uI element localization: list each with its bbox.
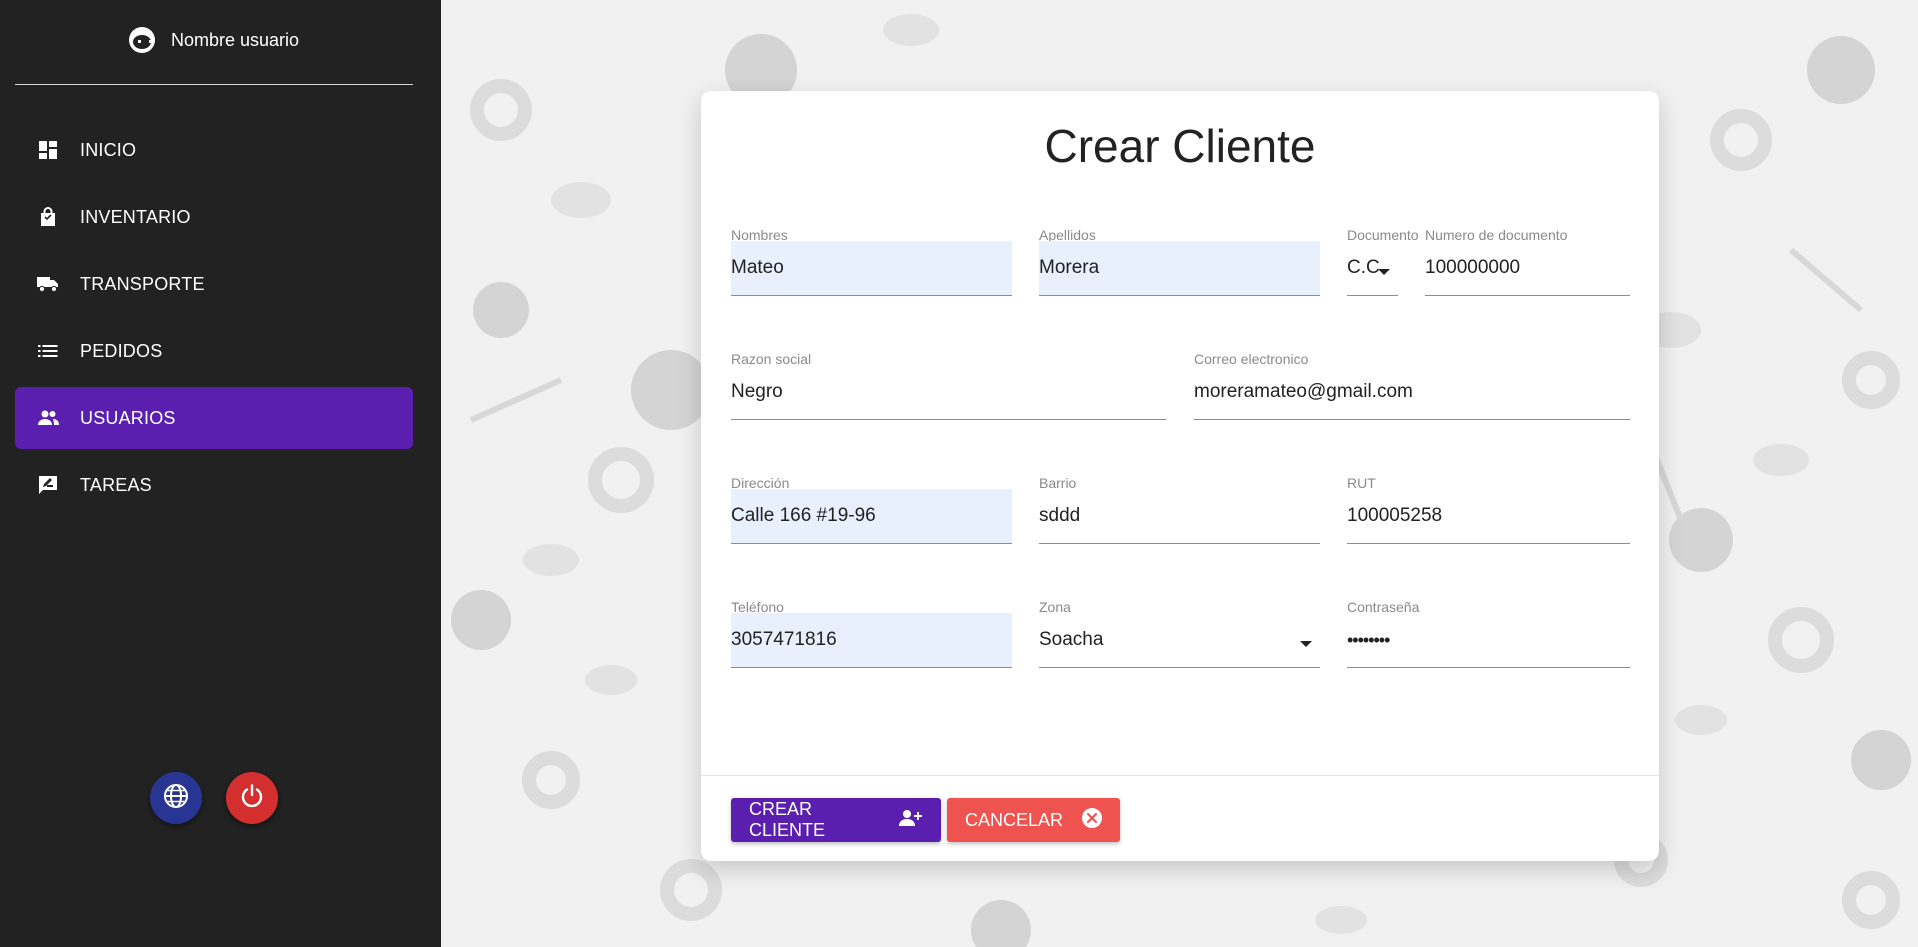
apellidos-input[interactable]: Morera: [1039, 241, 1320, 296]
contrasena-value: ••••••••: [1347, 629, 1390, 650]
contrasena-field[interactable]: Contraseña ••••••••: [1347, 599, 1630, 669]
apellidos-value: Morera: [1039, 257, 1100, 278]
telefono-input[interactable]: 3057471816: [731, 613, 1012, 668]
sidebar-item-label: TAREAS: [80, 474, 152, 495]
sidebar-divider: [15, 84, 413, 85]
sidebar-item-pedidos[interactable]: PEDIDOS: [15, 320, 413, 382]
create-client-card: Crear Cliente Nombres Mateo Apellidos Mo…: [701, 91, 1659, 861]
contrasena-input[interactable]: ••••••••: [1347, 613, 1630, 668]
chevron-down-icon: [1300, 641, 1312, 647]
razon-social-input[interactable]: Negro: [731, 365, 1166, 420]
correo-input[interactable]: moreramateo@gmail.com: [1194, 365, 1630, 420]
truck-icon: [37, 273, 59, 295]
telefono-value: 3057471816: [731, 629, 837, 650]
sidebar-nav: INICIO INVENTARIO TRANSPORTE PEDIDOS USU…: [15, 119, 413, 521]
feedback-icon: [37, 474, 59, 496]
barrio-field[interactable]: Barrio sddd: [1039, 475, 1320, 545]
card-footer-divider: [701, 775, 1659, 776]
chevron-down-icon: [1378, 269, 1390, 275]
sidebar-item-label: USUARIOS: [80, 407, 176, 428]
documento-value: C.C: [1347, 257, 1380, 278]
create-client-button[interactable]: CREAR CLIENTE: [731, 798, 941, 842]
list-icon: [37, 340, 59, 362]
razon-social-value: Negro: [731, 381, 783, 402]
sidebar-item-inicio[interactable]: INICIO: [15, 119, 413, 181]
nombres-input[interactable]: Mateo: [731, 241, 1012, 296]
shopping-bag-icon: [37, 206, 59, 228]
barrio-value: sddd: [1039, 505, 1081, 526]
page-title: Crear Cliente: [1044, 120, 1316, 172]
language-button[interactable]: [150, 772, 202, 824]
numero-documento-input[interactable]: 100000000: [1425, 241, 1630, 296]
create-client-label: CREAR CLIENTE: [749, 799, 826, 840]
logout-button[interactable]: [226, 772, 278, 824]
sidebar-item-label: INVENTARIO: [80, 206, 191, 227]
cancel-button[interactable]: CANCELAR: [947, 798, 1120, 842]
sidebar-item-label: INICIO: [80, 139, 137, 160]
nombres-field[interactable]: Nombres Mateo: [731, 227, 1012, 297]
sidebar-item-label: TRANSPORTE: [80, 273, 205, 294]
documento-select-box[interactable]: C.C: [1347, 241, 1398, 296]
dashboard-icon: [37, 139, 59, 161]
correo-field[interactable]: Correo electronico moreramateo@gmail.com: [1194, 351, 1630, 421]
correo-value: moreramateo@gmail.com: [1194, 381, 1413, 402]
sidebar-item-transporte[interactable]: TRANSPORTE: [15, 253, 413, 315]
sidebar-item-usuarios[interactable]: USUARIOS: [15, 387, 413, 449]
rut-input[interactable]: 100005258: [1347, 489, 1630, 544]
rut-value: 100005258: [1347, 505, 1443, 526]
sidebar-item-tareas[interactable]: TAREAS: [15, 454, 413, 516]
globe-icon: [163, 783, 189, 814]
zona-select[interactable]: Zona Soacha: [1039, 599, 1320, 669]
nombres-value: Mateo: [731, 257, 784, 278]
rut-field[interactable]: RUT 100005258: [1347, 475, 1630, 545]
sidebar: Nombre usuario INICIO INVENTARIO TRANSPO…: [0, 0, 441, 947]
direccion-field[interactable]: Dirección Calle 166 #19-96: [731, 475, 1012, 545]
sidebar-item-inventario[interactable]: INVENTARIO: [15, 186, 413, 248]
direccion-value: Calle 166 #19-96: [731, 505, 876, 526]
power-icon: [239, 783, 265, 814]
numero-documento-value: 100000000: [1425, 257, 1521, 278]
zona-select-box[interactable]: Soacha: [1039, 613, 1320, 668]
user-profile[interactable]: Nombre usuario: [0, 20, 428, 60]
user-name: Nombre usuario: [170, 29, 300, 50]
razon-social-field[interactable]: Razon social Negro: [731, 351, 1166, 421]
cancel-label: CANCELAR: [965, 809, 1064, 830]
direccion-input[interactable]: Calle 166 #19-96: [731, 489, 1012, 544]
zona-value: Soacha: [1039, 629, 1104, 650]
barrio-input[interactable]: sddd: [1039, 489, 1320, 544]
apellidos-field[interactable]: Apellidos Morera: [1039, 227, 1320, 297]
documento-type-select[interactable]: Documento C.C: [1347, 227, 1419, 297]
close-circle-icon: [1081, 807, 1103, 834]
telefono-field[interactable]: Teléfono 3057471816: [731, 599, 1012, 669]
sidebar-item-label: PEDIDOS: [80, 340, 163, 361]
users-icon: [37, 407, 59, 429]
sidebar-bottom-actions: [150, 772, 278, 824]
add-user-icon: [899, 809, 923, 832]
numero-documento-field[interactable]: Numero de documento 100000000: [1425, 227, 1630, 297]
user-avatar-icon: [128, 27, 155, 53]
